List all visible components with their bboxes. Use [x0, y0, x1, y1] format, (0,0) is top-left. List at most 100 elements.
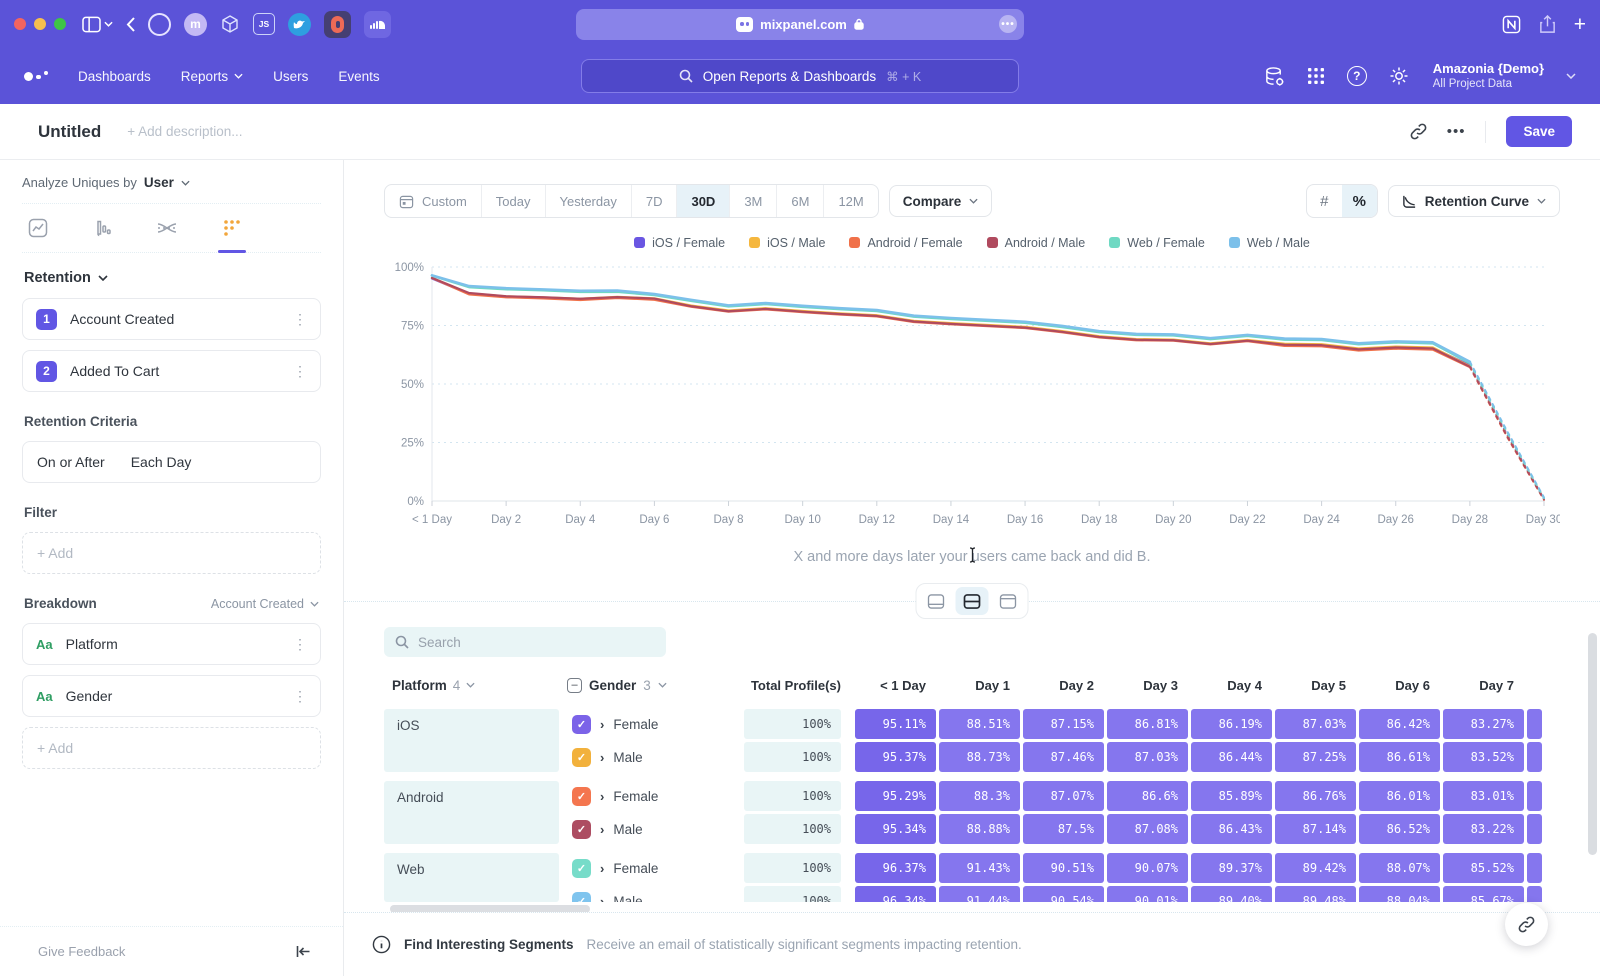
legend-item[interactable]: iOS / Male [749, 234, 825, 251]
help-icon[interactable]: ? [1347, 66, 1367, 86]
table-search-input[interactable]: Search [384, 627, 666, 657]
extension-ring-icon[interactable] [148, 13, 171, 36]
retention-value-cell[interactable]: 87.07% [1023, 781, 1104, 811]
retention-value-cell[interactable]: 83.27% [1443, 709, 1524, 739]
criteria-interval[interactable]: Each Day [131, 454, 192, 470]
retention-value-cell[interactable]: 86.81% [1107, 709, 1188, 739]
address-more-icon[interactable]: ••• [999, 15, 1017, 33]
compare-dropdown[interactable]: Compare [889, 185, 993, 217]
percent-toggle[interactable]: % [1342, 185, 1377, 217]
day-column-header[interactable]: Day 6 [1359, 678, 1443, 693]
tab-flows[interactable] [156, 218, 178, 252]
retention-value-cell[interactable]: 88.73% [939, 742, 1020, 772]
retention-value-cell[interactable]: 86.76% [1275, 781, 1356, 811]
kebab-menu-icon[interactable]: ⋮ [293, 311, 307, 328]
total-profiles-header[interactable]: Total Profile(s) [744, 678, 855, 693]
series-checkbox[interactable]: ✓ [572, 748, 591, 767]
extension-cube-icon[interactable] [220, 14, 240, 34]
retention-value-cell[interactable]: 86.19% [1191, 709, 1272, 739]
kebab-menu-icon[interactable]: ⋮ [293, 688, 307, 705]
kebab-menu-icon[interactable]: ⋮ [293, 363, 307, 380]
retention-value-cell[interactable]: 88.51% [939, 709, 1020, 739]
expand-chevron-icon[interactable]: › [600, 750, 604, 765]
retention-value-cell[interactable]: 87.08% [1107, 814, 1188, 844]
day-column-header[interactable]: Day 3 [1107, 678, 1191, 693]
nav-reports[interactable]: Reports [181, 69, 243, 84]
legend-item[interactable]: Web / Female [1109, 234, 1205, 251]
range-7d[interactable]: 7D [631, 185, 677, 217]
series-checkbox[interactable]: ✓ [572, 859, 591, 878]
back-button[interactable] [126, 17, 135, 32]
range-30d[interactable]: 30D [676, 185, 729, 217]
tab-retention[interactable] [222, 218, 242, 252]
event-step-card[interactable]: 1 Account Created ⋮ [22, 298, 321, 340]
retention-value-cell[interactable]: 86.01% [1359, 781, 1440, 811]
retention-value-cell[interactable]: 95.34% [855, 814, 936, 844]
retention-value-cell[interactable]: 90.01% [1107, 886, 1188, 902]
expand-chevron-icon[interactable]: › [600, 717, 604, 732]
horizontal-scrollbar[interactable] [390, 905, 590, 912]
retention-value-cell[interactable]: 86.42% [1359, 709, 1440, 739]
retention-value-cell[interactable]: 90.51% [1023, 853, 1104, 883]
series-checkbox[interactable]: ✓ [572, 892, 591, 903]
retention-value-cell[interactable]: 85.52% [1443, 853, 1524, 883]
event-step-card[interactable]: 2 Added To Cart ⋮ [22, 350, 321, 392]
select-all-checkbox[interactable]: – [567, 678, 582, 693]
retention-value-cell[interactable]: 85.67% [1443, 886, 1524, 902]
platform-cell[interactable]: iOS [384, 709, 559, 772]
extension-red-icon[interactable] [324, 11, 351, 38]
series-checkbox[interactable]: ✓ [572, 787, 591, 806]
retention-value-cell[interactable]: 89.48% [1275, 886, 1356, 902]
retention-value-cell[interactable]: 83.22% [1443, 814, 1524, 844]
vertical-scrollbar[interactable] [1588, 633, 1597, 855]
add-breakdown-button[interactable]: + Add [22, 727, 321, 769]
analyze-value-dropdown[interactable]: User [144, 175, 174, 190]
platform-cell[interactable]: Android [384, 781, 559, 844]
add-filter-button[interactable]: + Add [22, 532, 321, 574]
new-tab-button[interactable]: + [1574, 14, 1586, 35]
notion-extension-icon[interactable] [1502, 15, 1521, 34]
retention-value-cell[interactable]: 86.6% [1107, 781, 1188, 811]
retention-value-cell[interactable]: 89.42% [1275, 853, 1356, 883]
range-today[interactable]: Today [481, 185, 545, 217]
save-button[interactable]: Save [1506, 116, 1572, 147]
split-view-button[interactable] [956, 587, 989, 615]
retention-value-cell[interactable]: 88.07% [1359, 853, 1440, 883]
series-checkbox[interactable]: ✓ [572, 715, 591, 734]
share-link-fab[interactable] [1505, 903, 1548, 946]
breakdown-target-dropdown[interactable]: Account Created [211, 597, 319, 611]
platform-column-header[interactable]: Platform 4 [384, 678, 567, 693]
retention-value-cell[interactable]: 95.11% [855, 709, 936, 739]
day-column-header[interactable]: Day 1 [939, 678, 1023, 693]
retention-value-cell[interactable]: 91.44% [939, 886, 1020, 902]
copy-link-icon[interactable] [1410, 123, 1427, 140]
retention-value-cell[interactable]: 86.52% [1359, 814, 1440, 844]
account-switcher[interactable]: Amazonia {Demo} All Project Data [1433, 61, 1544, 92]
collapse-sidebar-button[interactable] [296, 945, 311, 958]
mixpanel-logo[interactable] [24, 71, 48, 82]
global-search[interactable]: Open Reports & Dashboards ⌘ + K [581, 59, 1019, 93]
retention-value-cell[interactable]: 86.43% [1191, 814, 1272, 844]
nav-users[interactable]: Users [273, 69, 308, 84]
retention-value-cell[interactable]: 88.04% [1359, 886, 1440, 902]
retention-section-header[interactable]: Retention [24, 270, 319, 286]
chart-type-dropdown[interactable]: Retention Curve [1388, 185, 1560, 217]
legend-item[interactable]: Android / Male [987, 234, 1086, 251]
tab-funnels[interactable] [92, 218, 112, 252]
day-column-header[interactable]: Day 4 [1191, 678, 1275, 693]
settings-gear-icon[interactable] [1389, 66, 1409, 86]
retention-value-cell[interactable]: 86.44% [1191, 742, 1272, 772]
retention-value-cell[interactable]: 90.07% [1107, 853, 1188, 883]
retention-chart-svg[interactable]: 0%25%50%75%100%< 1 DayDay 2Day 4Day 6Day… [384, 255, 1560, 539]
report-description-placeholder[interactable]: + Add description... [127, 124, 242, 139]
retention-criteria-card[interactable]: On or After Each Day [22, 441, 321, 483]
retention-value-cell[interactable]: 88.3% [939, 781, 1020, 811]
breakdown-property-card[interactable]: Aa Platform ⋮ [22, 623, 321, 665]
legend-item[interactable]: Android / Female [849, 234, 962, 251]
retention-value-cell[interactable]: 96.34% [855, 886, 936, 902]
breakdown-property-card[interactable]: Aa Gender ⋮ [22, 675, 321, 717]
legend-item[interactable]: iOS / Female [634, 234, 725, 251]
retention-value-cell[interactable]: 89.40% [1191, 886, 1272, 902]
retention-value-cell[interactable]: 89.37% [1191, 853, 1272, 883]
absolute-count-toggle[interactable]: # [1307, 185, 1342, 217]
